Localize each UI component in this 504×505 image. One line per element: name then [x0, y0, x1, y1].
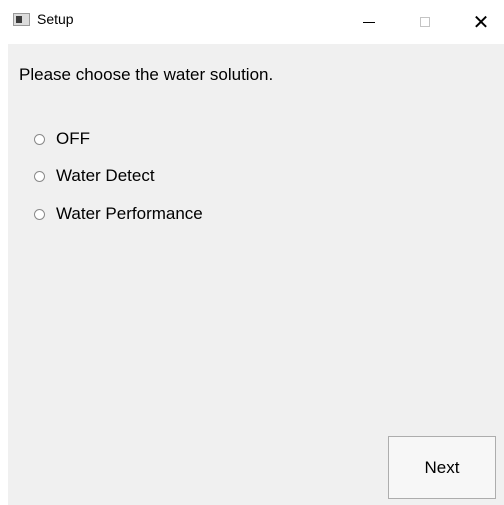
app-icon — [13, 13, 30, 26]
radio-label: Water Detect — [56, 166, 155, 185]
close-icon: ✕ — [472, 10, 490, 34]
radio-option-water-performance[interactable]: Water Performance — [34, 204, 203, 224]
radio-label: Water Performance — [56, 204, 203, 223]
close-button[interactable]: ✕ — [458, 0, 504, 44]
maximize-button[interactable] — [402, 0, 448, 44]
title-bar[interactable]: Setup ✕ — [0, 0, 504, 44]
prompt-text: Please choose the water solution. — [19, 65, 274, 84]
minimize-button[interactable] — [346, 0, 392, 44]
setup-window: Setup ✕ Please choose the water solution… — [0, 0, 504, 505]
radio-option-water-detect[interactable]: Water Detect — [34, 166, 155, 186]
window-title: Setup — [37, 11, 74, 27]
minimize-icon — [363, 21, 375, 23]
client-area: Please choose the water solution. OFF Wa… — [8, 44, 504, 505]
radio-option-off[interactable]: OFF — [34, 129, 90, 149]
radio-button-icon[interactable] — [34, 133, 45, 145]
next-button[interactable]: Next — [388, 436, 496, 499]
radio-button-icon[interactable] — [34, 170, 45, 182]
radio-button-icon[interactable] — [34, 208, 45, 220]
radio-label: OFF — [56, 129, 90, 148]
maximize-icon — [420, 17, 430, 27]
